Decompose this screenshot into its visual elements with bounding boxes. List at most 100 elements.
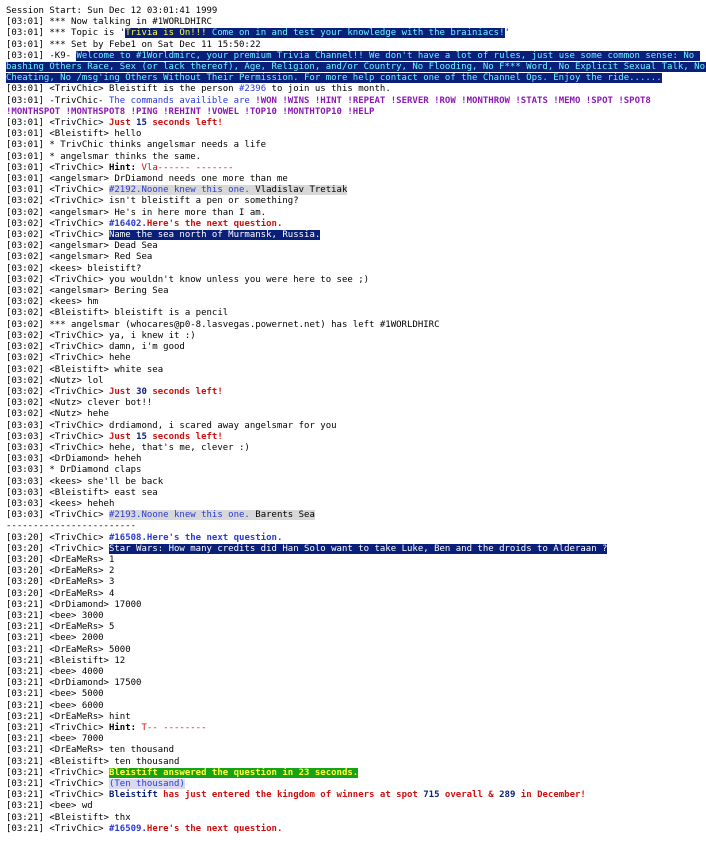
line-text: <bee> 3000: [49, 610, 104, 621]
line-text: <TrivChic> ya, i knew it :): [49, 330, 196, 341]
line-text: overall &: [439, 790, 500, 801]
chat-line: [03:20] <DrEaMeRs> 2: [6, 566, 706, 577]
chat-line: [03:21] <TrivChic> Hint: T-- --------: [6, 723, 706, 734]
message-list: [03:01] *** Now talking in #1WORLDHIRC [0…: [6, 17, 706, 835]
line-text: *** Set by Febe1 on Sat Dec 11 15:50:22: [49, 39, 261, 50]
chat-line: [03:02] <TrivChic> Name the sea north of…: [6, 230, 706, 241]
timestamp: [03:03]: [6, 442, 50, 453]
line-text: <TrivChic>: [49, 431, 109, 442]
line-text: 15: [136, 431, 147, 442]
line-text: <angelsmar> DrDiamond needs one more tha…: [49, 174, 288, 185]
line-text: <DrEaMeRs> hint: [49, 711, 131, 722]
line-text: Here's the next question.: [146, 823, 283, 834]
line-text: <TrivChic>: [49, 532, 109, 543]
timestamp: [03:20]: [6, 566, 50, 577]
line-text: <DrEaMeRs> 1: [49, 554, 115, 565]
chat-line: [03:01] <TrivChic> Hint: Vla------ -----…: [6, 163, 706, 174]
line-text: <DrDiamond> 17500: [49, 678, 142, 689]
line-text: <DrDiamond> heheh: [49, 454, 142, 465]
line-text: Just: [108, 431, 137, 442]
timestamp: [03:01]: [6, 39, 50, 50]
line-text: Welcome to #1Worldmirc, your premium Tri…: [6, 50, 706, 84]
line-text: seconds left!: [146, 118, 223, 129]
timestamp: [03:01]: [6, 28, 50, 39]
timestamp: [03:02]: [6, 241, 50, 252]
line-text: <kees> she'll be back: [49, 476, 164, 487]
timestamp: [03:21]: [6, 700, 50, 711]
line-text: <bee> 6000: [49, 700, 104, 711]
timestamp: [03:02]: [6, 196, 50, 207]
chat-line: [03:02] <TrivChic> damn, i'm good: [6, 342, 706, 353]
chat-line: [03:02] <kees> hm: [6, 297, 706, 308]
line-text: seconds left!: [146, 386, 223, 397]
chat-line: [03:21] <Bleistift> 12: [6, 656, 706, 667]
timestamp: [03:03]: [6, 487, 50, 498]
chat-line: [03:21] <bee> wd: [6, 801, 706, 812]
timestamp: [03:01]: [6, 17, 50, 28]
timestamp: [03:02]: [6, 353, 50, 364]
chat-line: [03:20] <TrivChic> #16508.Here's the nex…: [6, 533, 706, 544]
timestamp: [03:01]: [6, 118, 50, 129]
line-text: * DrDiamond claps: [49, 465, 142, 476]
chat-line: [03:03] <DrDiamond> heheh: [6, 454, 706, 465]
line-text: <Nutz> hehe: [49, 409, 109, 420]
line-text: <TrivChic>: [49, 162, 109, 173]
chat-line: [03:21] <bee> 5000: [6, 689, 706, 700]
chat-line: [03:02] *** angelsmar (whocares@p0-8.las…: [6, 320, 706, 331]
chat-line: [03:03] <TrivChic> Just 15 seconds left!: [6, 432, 706, 443]
line-text: <TrivChic>: [49, 723, 109, 733]
timestamp: [03:20]: [6, 554, 50, 565]
session-header: Session Start: Sun Dec 12 03:01:41 1999: [6, 6, 218, 16]
line-text: <DrEaMeRs> 5000: [49, 644, 131, 655]
timestamp: [03:02]: [6, 308, 50, 319]
line-text: seconds left!: [146, 431, 223, 442]
chat-line: [03:03] <TrivChic> drdiamond, i scared a…: [6, 421, 706, 432]
timestamp: [03:02]: [6, 274, 50, 285]
line-text: <bee> wd: [49, 801, 93, 812]
chat-line: [03:21] <TrivChic> Bleistift has just en…: [6, 790, 706, 801]
chat-line: [03:21] <bee> 3000: [6, 611, 706, 622]
line-text: Just: [108, 118, 137, 129]
line-text: #16509.: [108, 823, 147, 834]
timestamp: [03:02]: [6, 230, 50, 241]
timestamp: [03:21]: [6, 599, 50, 610]
line-text: Hint:: [108, 162, 142, 173]
line-text: Here's the next question.: [146, 532, 283, 543]
timestamp: [03:20]: [6, 543, 50, 554]
timestamp: [03:21]: [6, 790, 50, 801]
timestamp: [03:21]: [6, 756, 50, 767]
chat-line: [03:02] <angelsmar> He's in here more th…: [6, 208, 706, 219]
chat-line: [03:01] <TrivChic> Just 15 seconds left!: [6, 118, 706, 129]
timestamp: [03:02]: [6, 386, 50, 397]
line-text: <DrEaMeRs> 5: [49, 622, 115, 633]
line-text: <Bleistift> ten thousand: [49, 756, 180, 767]
line-text: 30: [136, 386, 147, 397]
timestamp: [03:21]: [6, 734, 50, 745]
timestamp: [03:02]: [6, 330, 50, 341]
chat-line: [03:03] <kees> she'll be back: [6, 477, 706, 488]
chat-line: [03:01] * TrivChic thinks angelsmar need…: [6, 140, 706, 151]
chat-log[interactable]: Session Start: Sun Dec 12 03:01:41 1999 …: [0, 0, 706, 854]
line-text: Barents Sea: [249, 510, 315, 521]
timestamp: [03:21]: [6, 812, 50, 823]
chat-line: [03:02] <TrivChic> hehe: [6, 353, 706, 364]
line-text: <TrivChic> damn, i'm good: [49, 342, 185, 353]
timestamp: [03:20]: [6, 532, 50, 543]
timestamp: [03:01]: [6, 151, 50, 162]
chat-line: [03:02] <Nutz> clever bot!!: [6, 398, 706, 409]
timestamp: [03:21]: [6, 689, 50, 700]
chat-line: [03:01] <angelsmar> DrDiamond needs one …: [6, 174, 706, 185]
line-text: Just: [108, 386, 137, 397]
timestamp: [03:20]: [6, 577, 50, 588]
chat-line: [03:21] <bee> 2000: [6, 633, 706, 644]
line-text: Vla------ -------: [141, 162, 234, 173]
line-text: <TrivChic> you wouldn't know unless you …: [49, 274, 370, 285]
line-text: The commands availible are: [108, 95, 256, 106]
line-text: #2192.: [108, 185, 142, 196]
line-text: <angelsmar> Bering Sea: [49, 286, 169, 297]
timestamp: [03:02]: [6, 218, 50, 229]
timestamp: [03:02]: [6, 319, 50, 330]
timestamp: [03:01]: [6, 185, 50, 196]
line-text: *** angelsmar (whocares@p0-8.lasvegas.po…: [49, 319, 440, 330]
timestamp: [03:21]: [6, 801, 50, 812]
